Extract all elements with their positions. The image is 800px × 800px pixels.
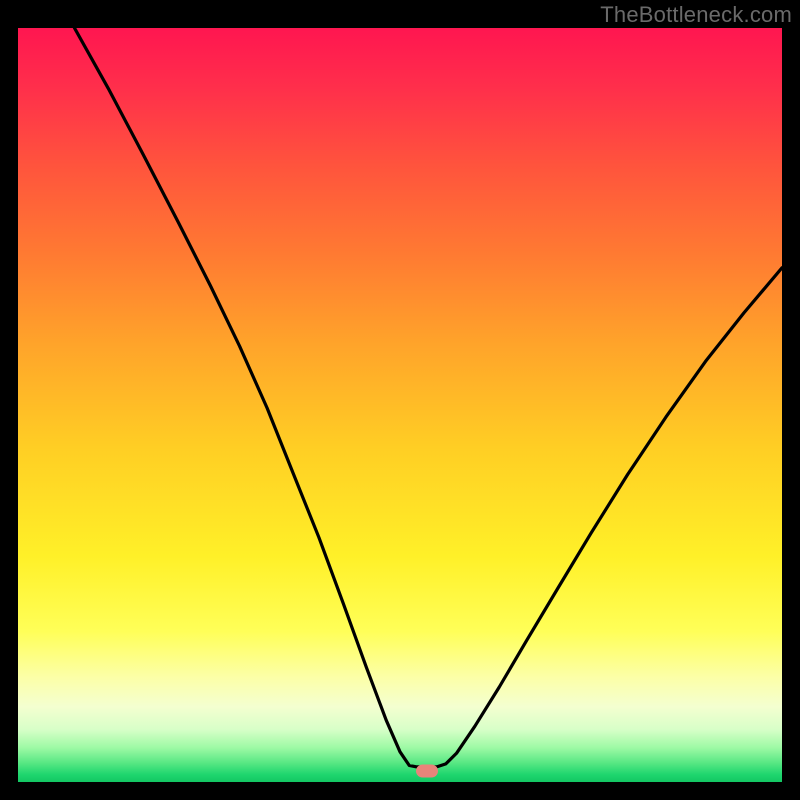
plot-area (18, 28, 782, 782)
chart-curve (18, 28, 782, 782)
watermark-text: TheBottleneck.com (600, 2, 792, 28)
min-marker (416, 764, 438, 777)
chart-frame: TheBottleneck.com (0, 0, 800, 800)
